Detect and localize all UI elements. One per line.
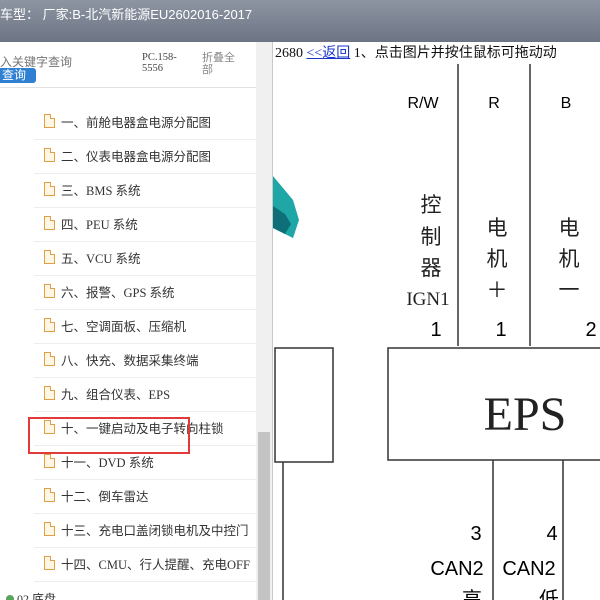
viewer-nav: 2680 <<返回 1、点击图片并按住鼠标可拖动动 — [275, 42, 557, 62]
wire-color-label: B — [561, 95, 572, 112]
tree-item-label: 七、空调面板、压缩机 — [61, 320, 187, 334]
pin-number: 3 — [470, 523, 481, 545]
document-icon — [44, 250, 55, 264]
viewer-panel: 2680 <<返回 1、点击图片并按住鼠标可拖动动 R/W R B 控 制 器 … — [273, 42, 600, 600]
pc-code: PC.158-5556 — [142, 52, 177, 74]
tree-item-label: 五、VCU 系统 — [61, 252, 141, 266]
tree-item-label: 十三、充电口盖闭锁电机及中控门 — [61, 524, 249, 538]
left-scrollbar[interactable] — [256, 42, 272, 600]
document-icon — [44, 488, 55, 502]
tree-item-label: 六、报警、GPS 系统 — [61, 286, 175, 300]
tree-item-label: 一、前舱电器盒电源分配图 — [61, 116, 212, 130]
document-icon — [44, 216, 55, 230]
document-icon — [44, 556, 55, 570]
pin-name: CAN2 — [502, 558, 555, 580]
document-icon — [44, 318, 55, 332]
left-panel: 查询 PC.158-5556 折叠全部 一、前舱电器盒电源分配图二、仪表电器盒电… — [0, 42, 273, 600]
tree-item-label: 九、组合仪表、EPS — [61, 388, 171, 402]
back-link[interactable]: <<返回 — [307, 46, 351, 61]
tree-item[interactable]: 八、快充、数据采集终端 — [34, 344, 256, 378]
tree-item[interactable]: 二、仪表电器盒电源分配图 — [34, 140, 256, 174]
fold-all-button[interactable]: 折叠全部 — [202, 52, 244, 76]
pin-number: 2 — [585, 319, 596, 341]
document-icon — [44, 182, 55, 196]
wiring-diagram[interactable]: R/W R B 控 制 器 IGN1 电 机 ＋ 电 机 一 1 1 2 EPS… — [273, 64, 600, 600]
tree-item[interactable]: 六、报警、GPS 系统 — [34, 276, 256, 310]
tree-item-label: 四、PEU 系统 — [61, 218, 138, 232]
group-icon — [6, 595, 14, 600]
title-bar: 车型： 厂家:B-北汽新能源EU2602016-2017 — [0, 0, 600, 42]
tree-item[interactable]: 一、前舱电器盒电源分配图 — [34, 106, 256, 140]
document-icon — [44, 114, 55, 128]
document-icon — [44, 522, 55, 536]
pin-number: 4 — [546, 523, 557, 545]
page-number: 2680 — [275, 46, 303, 61]
tree-item-label: 二、仪表电器盒电源分配图 — [61, 150, 212, 164]
pin-name: 一 — [559, 278, 580, 302]
document-icon — [44, 352, 55, 366]
pin-number: 1 — [430, 319, 441, 341]
pin-name: 电 — [559, 216, 580, 240]
pin-name: 机 — [487, 247, 508, 271]
divider — [0, 87, 256, 88]
component-name: EPS — [484, 388, 567, 441]
search-button[interactable]: 查询 — [0, 68, 36, 83]
document-icon — [44, 454, 55, 468]
drag-instruction: 1、点击图片并按住鼠标可拖动动 — [353, 46, 557, 61]
document-icon — [44, 148, 55, 162]
tree-group-chassis[interactable]: 02 底盘 — [6, 590, 56, 600]
tree-item-label: 十二、倒车雷达 — [61, 490, 149, 504]
tree-group-label: 02 底盘 — [17, 592, 57, 600]
pin-name: 机 — [559, 247, 580, 271]
pin-name: CAN2 — [430, 558, 483, 580]
tree-item[interactable]: 七、空调面板、压缩机 — [34, 310, 256, 344]
tree-item[interactable]: 五、VCU 系统 — [34, 242, 256, 276]
tree-item-label: 八、快充、数据采集终端 — [61, 354, 199, 368]
tree-item[interactable]: 十二、倒车雷达 — [34, 480, 256, 514]
connector-box — [274, 347, 334, 463]
selected-item-highlight — [28, 417, 190, 454]
pin-name: IGN1 — [406, 289, 449, 310]
pin-name: 控 — [421, 193, 442, 217]
scrollbar-thumb[interactable] — [258, 432, 270, 600]
pin-name: ＋ — [487, 278, 508, 302]
document-icon — [44, 284, 55, 298]
pin-number: 1 — [495, 319, 506, 341]
pin-name: 制 — [421, 225, 442, 249]
divider — [34, 581, 256, 582]
pin-name: 低 — [539, 588, 559, 600]
wire-color-label: R/W — [407, 95, 439, 112]
tree-item-label: 十一、DVD 系统 — [61, 456, 154, 470]
tree-item[interactable]: 三、BMS 系统 — [34, 174, 256, 208]
window-title: 车型： 厂家:B-北汽新能源EU2602016-2017 — [0, 7, 253, 22]
tree-item-label: 十四、CMU、行人提醒、充电OFF — [61, 558, 250, 572]
tree-item[interactable]: 十三、充电口盖闭锁电机及中控门 — [34, 514, 256, 548]
pin-name: 高 — [462, 588, 482, 600]
pin-name: 电 — [487, 216, 508, 240]
tree-item[interactable]: 十四、CMU、行人提醒、充电OFF — [34, 548, 256, 582]
tree-item[interactable]: 九、组合仪表、EPS — [34, 378, 256, 412]
document-icon — [44, 386, 55, 400]
tree-item[interactable]: 四、PEU 系统 — [34, 208, 256, 242]
tree-item-label: 三、BMS 系统 — [61, 184, 141, 198]
pin-name: 器 — [421, 256, 442, 280]
wire-color-label: R — [488, 95, 500, 112]
